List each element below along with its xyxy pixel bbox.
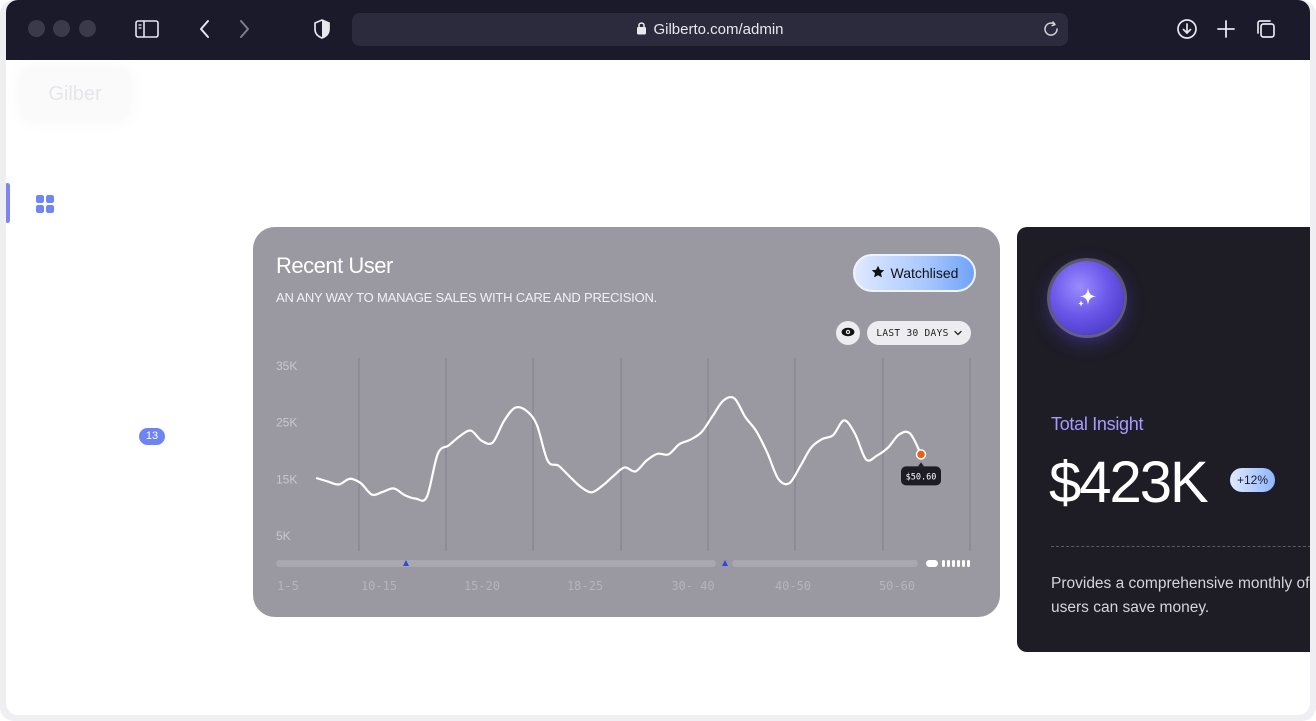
x-tick-label: 50-60: [879, 579, 915, 593]
scrubber-marker: [722, 560, 728, 566]
new-tab-icon[interactable]: [1213, 16, 1239, 42]
browser-window: Gilberto.com/admin Gilber 13 Recent User…: [0, 0, 1316, 721]
x-tick-label: 10-15: [361, 579, 397, 593]
x-tick-label: 15-20: [464, 579, 500, 593]
back-arrow-icon[interactable]: [192, 16, 218, 42]
scrubber-handle: [926, 560, 938, 567]
total-insight-card: Total Insight $423K +12% Provides a comp…: [1017, 227, 1310, 652]
address-bar[interactable]: Gilberto.com/admin: [352, 13, 1068, 46]
value-tooltip-text: $50.60: [906, 472, 937, 482]
scrubber-dot: [947, 560, 950, 567]
value-tooltip-pointer: [918, 462, 924, 467]
shield-icon[interactable]: [309, 16, 335, 42]
scrubber-track-right: [732, 560, 918, 567]
dashboard-grid-icon[interactable]: [35, 194, 55, 214]
end-point-marker: [915, 449, 927, 460]
tab-overview-icon[interactable]: [1253, 16, 1279, 42]
notification-badge: 13: [139, 428, 165, 445]
scrubber-track-left: [276, 560, 716, 567]
x-tick-label: 30- 40: [671, 579, 714, 593]
reload-icon[interactable]: [1042, 20, 1060, 43]
minimize-window-button[interactable]: [53, 20, 70, 37]
x-tick-label: 18-25: [567, 579, 603, 593]
zoom-window-button[interactable]: [79, 20, 96, 37]
x-tick-label: 1-5: [277, 579, 299, 593]
recent-user-card: Recent User AN ANY WAY TO MANAGE SALES W…: [253, 227, 1000, 617]
dashed-divider: [1051, 546, 1310, 547]
series-line: [315, 395, 923, 502]
sidebar-toggle-icon[interactable]: [134, 16, 160, 42]
admin-page: Gilber 13 Recent User AN ANY WAY TO MANA…: [6, 60, 1310, 715]
scrubber-dot: [967, 560, 970, 567]
scrubber-dot: [952, 560, 955, 567]
x-tick-label: 40-50: [775, 579, 811, 593]
forward-arrow-icon[interactable]: [231, 16, 257, 42]
scrubber-dot: [957, 560, 960, 567]
y-tick-label: 15K: [276, 472, 297, 486]
sparkle-orb-icon: [1050, 261, 1124, 335]
scrubber-dot: [962, 560, 965, 567]
browser-toolbar: Gilberto.com/admin: [6, 0, 1310, 60]
active-nav-indicator: [6, 183, 10, 223]
insight-label: Total Insight: [1051, 414, 1144, 434]
recent-user-line-chart: 35K 25K 15K 5K $50.60 1-5 10-15 15-20 18-25 30- 4…: [276, 358, 971, 593]
url-text: Gilberto.com/admin: [653, 21, 784, 38]
change-badge: +12%: [1230, 468, 1275, 492]
insight-value: $423K: [1049, 450, 1209, 515]
scrubber-dot: [942, 560, 945, 567]
y-tick-label: 5K: [276, 529, 291, 543]
close-window-button[interactable]: [28, 20, 45, 37]
download-icon[interactable]: [1174, 16, 1200, 42]
y-tick-label: 35K: [276, 359, 297, 373]
app-logo[interactable]: Gilber: [20, 68, 130, 120]
insight-description: Provides a comprehensive monthly of user…: [1051, 575, 1310, 616]
y-tick-label: 25K: [276, 416, 297, 430]
lock-icon: [636, 21, 647, 39]
